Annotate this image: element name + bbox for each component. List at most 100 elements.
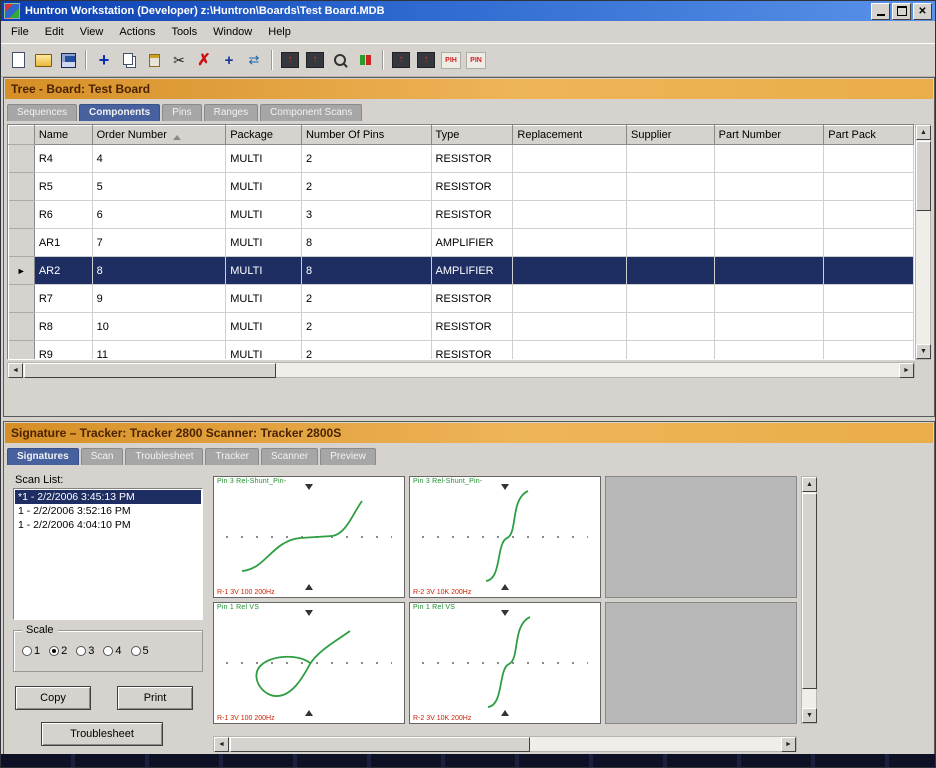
signature-scope-2[interactable]: Pin 3 Rel-Shunt_Pin- R-2 3V 10K 200Hz [409,476,601,598]
column-header[interactable]: Supplier [626,125,715,145]
signature-scope-3[interactable]: Pin 1 Rel VS R-1 3V 100 200Hz [213,602,405,724]
scrollbar-thumb[interactable] [802,493,817,689]
tab-preview[interactable]: Preview [320,448,376,465]
pin-tool-icon[interactable]: PIN [464,48,488,72]
scale-radio-4[interactable]: 4 [103,645,122,657]
tab-tracker[interactable]: Tracker [205,448,260,465]
grid-vertical-scrollbar[interactable]: ▲ ▼ [915,124,931,360]
scan-list[interactable]: *1 - 2/2/2006 3:45:13 PM 1 - 2/2/2006 3:… [13,488,203,620]
scroll-right-icon[interactable]: ► [899,363,914,378]
print-button[interactable]: Print [117,686,193,710]
scale-radio-3[interactable]: 3 [76,645,94,657]
scroll-up-icon[interactable]: ▲ [802,477,817,492]
scrollbar-thumb[interactable] [24,363,276,378]
save-icon[interactable] [56,48,80,72]
scope-vertical-scrollbar[interactable]: ▲ ▼ [801,476,817,724]
column-header[interactable]: Part Number [713,125,825,145]
swap-arrows-icon[interactable]: ⇄ [242,48,266,72]
table-row-selected[interactable]: AR28MULTI8AMPLIFIER [8,256,914,285]
scale-radio-2[interactable]: 2 [49,645,67,657]
title-bar[interactable]: Huntron Workstation (Developer) z:\Huntr… [1,1,935,21]
row-selector[interactable] [8,200,35,229]
tab-signatures[interactable]: Signatures [7,448,79,465]
start-stop-icon[interactable] [353,48,377,72]
tab-scan[interactable]: Scan [80,448,124,465]
scope-horizontal-scrollbar[interactable]: ◄ ► [213,736,797,752]
column-header[interactable]: Package [225,125,302,145]
tab-troublesheet[interactable]: Troublesheet [125,448,204,465]
scrollbar-thumb[interactable] [916,141,931,211]
table-row[interactable]: R5 5 MULTI 2 RESISTOR [8,172,914,201]
scan-list-item[interactable]: 1 - 2/2/2006 4:04:10 PM [15,518,201,532]
crosshair-icon[interactable]: + [217,48,241,72]
new-document-icon[interactable] [6,48,30,72]
row-selector[interactable] [8,228,35,257]
column-header[interactable]: Type [430,125,514,145]
probe-icon[interactable] [328,48,352,72]
open-folder-icon[interactable] [31,48,55,72]
row-selector[interactable] [8,284,35,313]
row-selector[interactable] [8,256,35,285]
close-button[interactable] [913,2,932,20]
scale-radio-5[interactable]: 5 [130,645,149,657]
row-selector[interactable] [8,312,35,341]
load-board-icon[interactable]: ↑ [278,48,302,72]
signature-scope-4[interactable]: Pin 1 Rel VS R-2 3V 10K 200Hz [409,602,601,724]
tree-panel-header[interactable]: Tree - Board: Test Board [5,79,933,99]
grid-horizontal-scrollbar[interactable]: ◄ ► [7,362,915,378]
tab-sequences[interactable]: Sequences [7,104,78,121]
scroll-down-icon[interactable]: ▼ [802,708,817,723]
scan-list-item[interactable]: 1 - 2/2/2006 3:52:16 PM [15,504,201,518]
scroll-down-icon[interactable]: ▼ [916,344,931,359]
row-selector[interactable] [8,340,35,359]
scale-radio-1[interactable]: 1 [22,645,40,657]
table-row[interactable]: R6 6 MULTI 3 RESISTOR [8,200,914,229]
scroll-left-icon[interactable]: ◄ [8,363,23,378]
maximize-button[interactable] [892,2,911,20]
signature-scope-1[interactable]: Pin 3 Rel-Shunt_Pin- R-1 3V 100 200Hz [213,476,405,598]
copy-icon[interactable] [117,48,141,72]
column-header[interactable]: Number Of Pins [300,125,432,145]
menu-tools[interactable]: Tools [163,23,205,41]
row-selector[interactable] [8,144,35,173]
scroll-right-icon[interactable]: ► [781,737,796,752]
table-row[interactable]: R9 11 MULTI 2 RESISTOR [8,340,914,359]
tab-component-scans[interactable]: Component Scans [260,104,363,121]
table-row[interactable]: AR1 7 MULTI 8 AMPLIFIER [8,228,914,257]
menu-help[interactable]: Help [260,23,299,41]
pih-tool-icon[interactable]: PIH [439,48,463,72]
table-row[interactable]: R8 10 MULTI 2 RESISTOR [8,312,914,341]
column-header[interactable]: Name [33,125,93,145]
add-icon[interactable]: + [92,48,116,72]
menu-actions[interactable]: Actions [111,23,163,41]
minimize-button[interactable] [871,2,890,20]
menu-view[interactable]: View [72,23,112,41]
signature-panel-header[interactable]: Signature – Tracker: Tracker 2800 Scanne… [5,423,933,443]
column-header[interactable]: Order Number [91,125,227,145]
tab-ranges[interactable]: Ranges [203,104,259,121]
troublesheet-button[interactable]: Troublesheet [41,722,163,746]
menu-file[interactable]: File [3,23,37,41]
scroll-up-icon[interactable]: ▲ [916,125,931,140]
table-row[interactable]: R4 4 MULTI 2 RESISTOR [8,144,914,173]
cut-icon[interactable]: ✂ [167,48,191,72]
copy-pin-icon[interactable]: ↑ [389,48,413,72]
tab-pins[interactable]: Pins [162,104,202,121]
paste-pin-icon[interactable]: ↑ [414,48,438,72]
tab-scanner[interactable]: Scanner [261,448,319,465]
menu-window[interactable]: Window [205,23,260,41]
paste-icon[interactable] [142,48,166,72]
column-header[interactable]: Part Pack [823,125,914,145]
scrollbar-thumb[interactable] [230,737,530,752]
table-row[interactable]: R7 9 MULTI 2 RESISTOR [8,284,914,313]
load-sequence-icon[interactable]: ↑ [303,48,327,72]
copy-button[interactable]: Copy [15,686,91,710]
tab-components[interactable]: Components [79,104,161,121]
delete-icon[interactable]: ✗ [192,48,216,72]
column-header[interactable]: Replacement [512,125,627,145]
scroll-left-icon[interactable]: ◄ [214,737,229,752]
scan-list-item[interactable]: *1 - 2/2/2006 3:45:13 PM [15,490,201,504]
row-selector[interactable] [8,172,35,201]
menu-edit[interactable]: Edit [37,23,72,41]
cell: 2 [301,340,432,359]
